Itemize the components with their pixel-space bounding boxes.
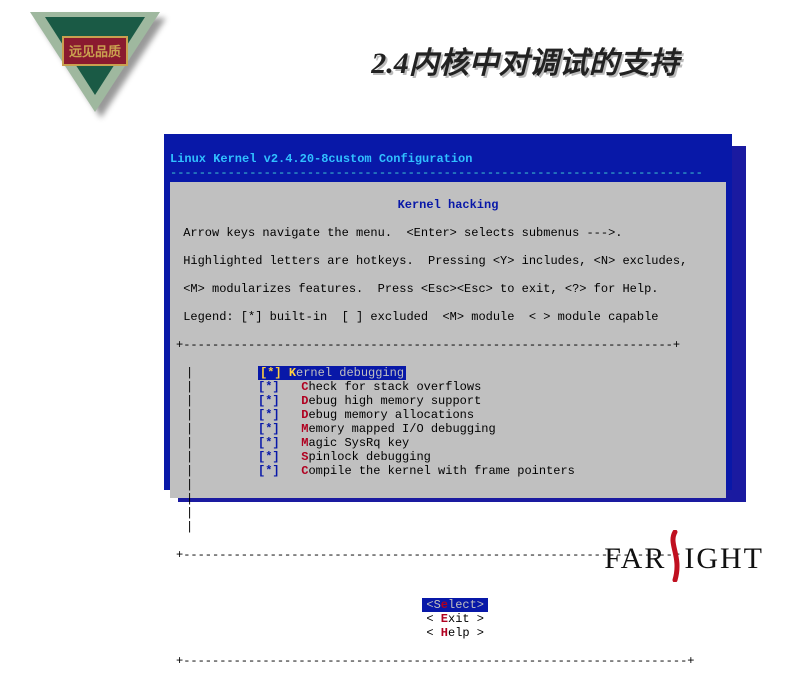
button-row: <Select> < Exit > < Help > [176, 584, 720, 640]
terminal-divider: ----------------------------------------… [170, 166, 703, 180]
help-line-1: Arrow keys navigate the menu. <Enter> se… [176, 226, 720, 240]
menu-item[interactable]: | [*] Kernel debugging [186, 366, 720, 380]
menu-padding: | [186, 492, 720, 506]
menu-item[interactable]: | [*] Magic SysRq key [186, 436, 720, 450]
logo-text-left: FAR [604, 542, 666, 576]
menu-list[interactable]: | [*] Kernel debugging| [*] Check for st… [186, 366, 720, 534]
top-border: +---------------------------------------… [176, 338, 720, 352]
logo-text-right: IGHT [684, 542, 764, 576]
menu-padding: | [186, 478, 720, 492]
menu-padding: | [186, 520, 720, 534]
logo-s-icon [664, 536, 686, 582]
terminal-title: Linux Kernel v2.4.20-8custom Configurati… [170, 152, 472, 166]
terminal-inner-box: Kernel hacking Arrow keys navigate the m… [170, 182, 726, 498]
farsight-logo: FAR IGHT [604, 536, 764, 582]
help-line-2: Highlighted letters are hotkeys. Pressin… [176, 254, 720, 268]
select-button[interactable]: <Select> [422, 598, 488, 612]
menu-item[interactable]: | [*] Memory mapped I/O debugging [186, 422, 720, 436]
menu-item[interactable]: | [*] Spinlock debugging [186, 450, 720, 464]
menu-padding: | [186, 506, 720, 520]
footer-border: +---------------------------------------… [176, 654, 720, 668]
menu-item[interactable]: | [*] Compile the kernel with frame poin… [186, 464, 720, 478]
triangle-logo: 远见品质 [30, 12, 160, 122]
help-button[interactable]: < Help > [422, 626, 488, 640]
help-line-3: <M> modularizes features. Press <Esc><Es… [176, 282, 720, 296]
slide-title: 2.4内核中对调试的支持 [280, 38, 770, 82]
menu-item[interactable]: | [*] Check for stack overflows [186, 380, 720, 394]
menu-item[interactable]: | [*] Debug memory allocations [186, 408, 720, 422]
terminal-window: Linux Kernel v2.4.20-8custom Configurati… [164, 134, 732, 490]
menu-item[interactable]: | [*] Debug high memory support [186, 394, 720, 408]
logo-badge: 远见品质 [62, 36, 128, 66]
exit-button[interactable]: < Exit > [422, 612, 488, 626]
section-title: Kernel hacking [176, 198, 720, 212]
help-line-4: Legend: [*] built-in [ ] excluded <M> mo… [176, 310, 720, 324]
